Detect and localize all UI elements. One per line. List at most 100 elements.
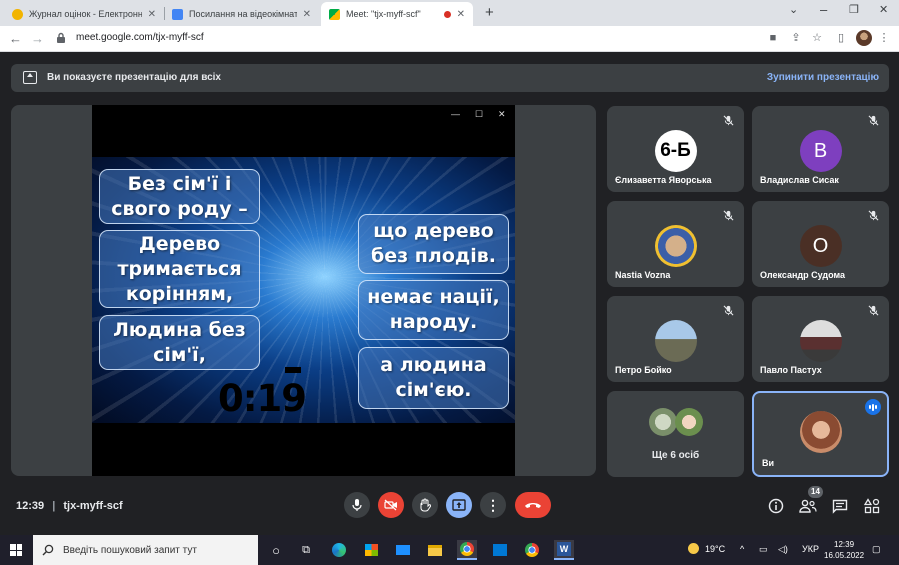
raise-hand-button[interactable] [412, 492, 438, 518]
camera-toggle-button[interactable] [378, 492, 404, 518]
restore-button[interactable]: ❐ [849, 3, 859, 16]
close-window-button[interactable]: ✕ [879, 3, 888, 16]
slide-card-left-1: Без сім'ї і свого роду – [99, 169, 260, 224]
close-icon[interactable]: ✕ [303, 9, 311, 20]
tab-meet[interactable]: Meet: "tjx-myff-scf" ✕ [321, 2, 473, 26]
participant-name: Павло Пастух [760, 365, 822, 375]
docs-icon [172, 8, 183, 20]
url-field[interactable]: meet.google.com/tjx-myff-scf [76, 32, 204, 43]
video-off-icon [384, 499, 397, 511]
system-clock[interactable]: 12:39 16.05.2022 [824, 539, 864, 561]
participant-tile[interactable]: 6-Б Єлизаветта Яворська [607, 106, 744, 192]
meeting-time: 12:39 [16, 500, 45, 512]
star-icon[interactable]: ☆ [811, 32, 823, 44]
presentation-app-icon[interactable] [490, 540, 510, 560]
present-button[interactable] [446, 492, 472, 518]
clock-time: 12:39 [834, 540, 855, 549]
participant-tile[interactable]: В Владислав Сисак [752, 106, 889, 192]
address-bar: ← → meet.google.com/tjx-myff-scf ■ ⇪ ☆ ▯… [0, 26, 899, 52]
recording-icon [443, 10, 451, 18]
avatar: 6-Б [654, 130, 697, 172]
volume-icon[interactable]: ◁) [778, 544, 788, 555]
slide-card-right-1: що дерево без плодів. [358, 214, 509, 274]
mic-icon [352, 499, 362, 511]
avatar [649, 408, 677, 436]
more-participants-tile[interactable]: Ще 6 осіб [607, 391, 744, 477]
participant-count-badge: 14 [808, 486, 823, 498]
chevron-up-icon[interactable]: ^ [740, 544, 744, 554]
avatar [799, 411, 842, 453]
participant-name: Ви [762, 458, 775, 468]
slide-card-right-3: а людина сім'єю. [358, 347, 509, 409]
more-participants-label: Ще 6 осіб [651, 450, 700, 461]
presented-window: — ☐ ✕ Без сім'ї і свого роду – Дерево тр… [92, 105, 515, 476]
more-vert-icon: ⋮ [486, 497, 500, 513]
clock-date: 16.05.2022 [824, 551, 865, 560]
stop-presenting-button[interactable]: Зупинити презентацію [767, 72, 879, 83]
self-tile[interactable]: Ви [752, 391, 889, 477]
back-button[interactable]: ← [9, 31, 22, 46]
tab-gradebook[interactable]: Журнал оцінок - Електронні щ ✕ [4, 2, 164, 26]
close-icon[interactable]: ✕ [148, 9, 156, 20]
participant-tile[interactable]: Nastia Vozna [607, 201, 744, 287]
side-panel-icon[interactable]: ▯ [835, 32, 847, 44]
windows-start-icon[interactable] [10, 544, 22, 556]
activities-button[interactable] [863, 497, 881, 515]
participant-tile[interactable]: Петро Бойко [607, 296, 744, 382]
mic-off-icon [723, 115, 734, 126]
present-icon [23, 71, 37, 84]
taskbar-search[interactable]: Введіть пошуковий запит тут [33, 535, 258, 565]
avatar [799, 320, 842, 362]
activities-icon [864, 498, 880, 514]
leave-call-button[interactable] [515, 492, 551, 518]
tab-title: Посилання на відеокімнати - Go [189, 9, 297, 19]
battery-icon[interactable]: ▭ [759, 544, 768, 555]
share-icon[interactable]: ⇪ [790, 32, 802, 44]
participant-name: Єлизаветта Яворська [615, 175, 712, 185]
close-icon: ✕ [498, 109, 506, 119]
more-options-button[interactable]: ⋮ [480, 492, 506, 518]
more-vert-icon[interactable]: ⋮ [878, 32, 890, 44]
sun-icon [12, 8, 23, 20]
chrome-icon[interactable] [457, 540, 477, 560]
minimize-button[interactable]: – [820, 2, 827, 17]
minimize-icon: — [451, 109, 460, 119]
present-icon [452, 499, 466, 511]
meet-icon [329, 8, 340, 20]
people-button[interactable] [799, 497, 817, 515]
profile-avatar[interactable] [856, 30, 872, 46]
slide-card-left-3: Людина без сім'ї, [99, 315, 260, 370]
meeting-details-button[interactable] [767, 497, 785, 515]
call-end-icon [525, 503, 541, 508]
mic-off-icon [723, 305, 734, 316]
chevron-down-icon[interactable]: ⌄ [789, 3, 798, 16]
participant-name: Владислав Сисак [760, 175, 839, 185]
participant-name: Nastia Vozna [615, 270, 671, 280]
chat-icon [832, 499, 848, 514]
participant-tile[interactable]: Павло Пастух [752, 296, 889, 382]
avatar [654, 225, 697, 267]
cortana-icon[interactable]: ○ [266, 540, 286, 560]
new-tab-button[interactable]: + [485, 4, 494, 21]
mail-icon[interactable] [393, 540, 413, 560]
tab-video-rooms[interactable]: Посилання на відеокімнати - Go ✕ [164, 2, 319, 26]
camera-icon[interactable]: ■ [767, 32, 779, 44]
task-view-icon[interactable]: ⧉ [296, 540, 316, 560]
chrome-icon[interactable] [522, 540, 542, 560]
word-icon[interactable]: W [554, 540, 574, 560]
hand-icon [420, 498, 431, 512]
weather-temp[interactable]: 19°C [705, 544, 725, 554]
lock-icon[interactable] [56, 32, 66, 44]
language-indicator[interactable]: УКР [802, 544, 819, 554]
weather-icon[interactable] [688, 543, 699, 556]
notifications-icon[interactable]: ▢ [872, 544, 881, 555]
mic-button[interactable] [344, 492, 370, 518]
store-icon[interactable] [361, 540, 381, 560]
edge-icon[interactable] [329, 540, 349, 560]
chat-button[interactable] [831, 497, 849, 515]
forward-button[interactable]: → [31, 31, 44, 46]
close-icon[interactable]: ✕ [457, 9, 465, 20]
slide-card-right-2: немає нації, народу. [358, 280, 509, 340]
participant-tile[interactable]: О Олександр Судома [752, 201, 889, 287]
file-explorer-icon[interactable] [425, 540, 445, 560]
